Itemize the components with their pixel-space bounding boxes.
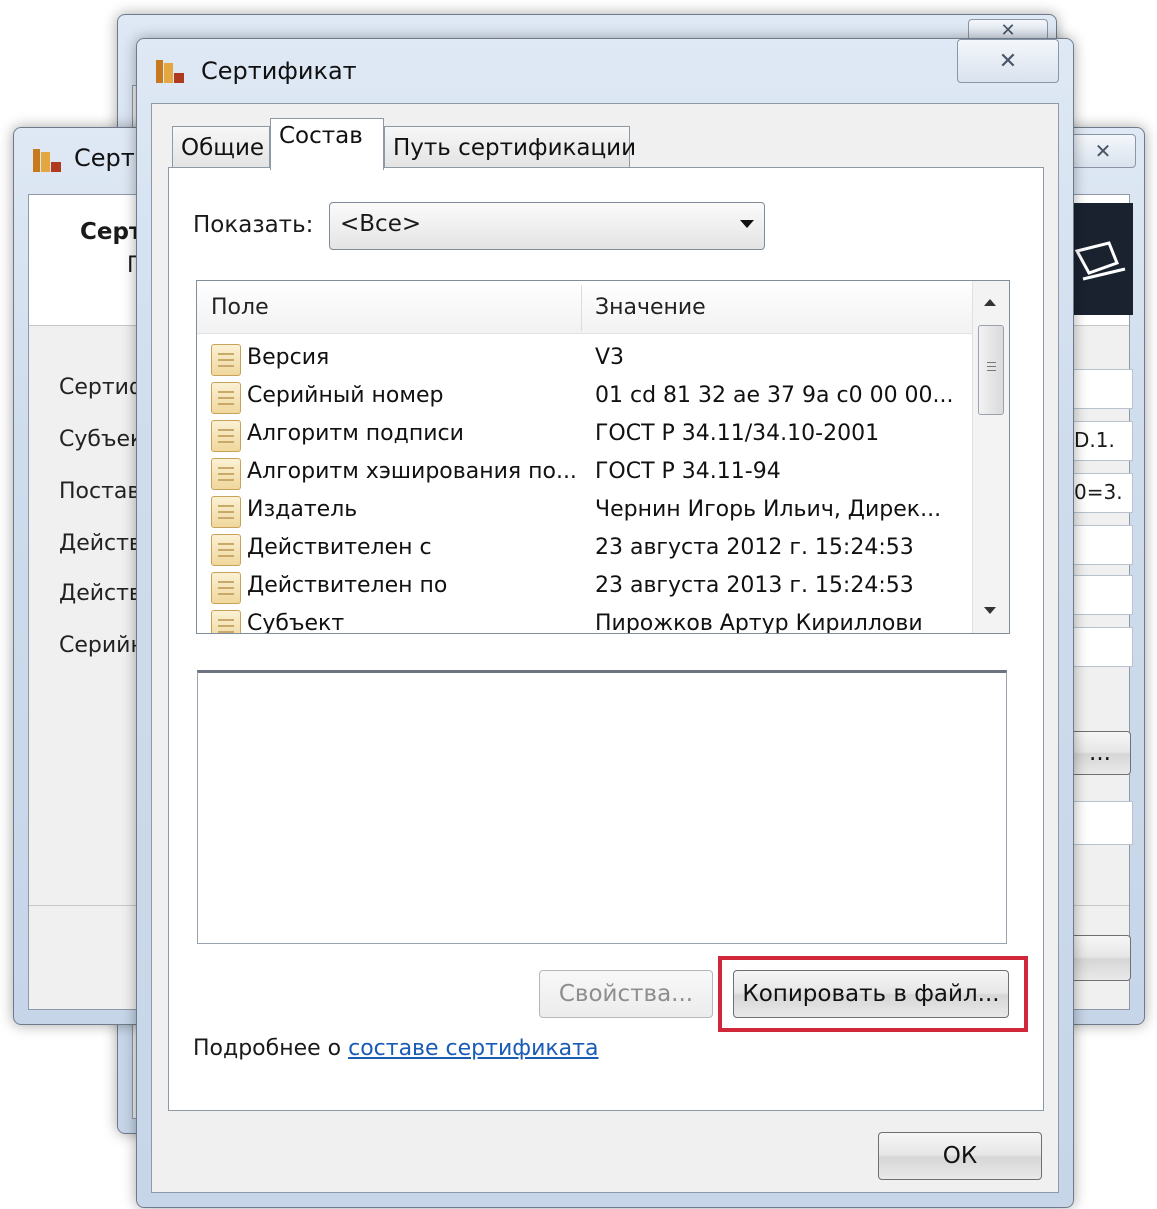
row-value: 23 августа 2013 г. 15:24:53	[595, 573, 914, 598]
row-value: ГОСТ Р 34.11/34.10-2001	[595, 421, 880, 446]
field-value-detail-box[interactable]	[197, 670, 1007, 944]
tab-general[interactable]: Общие	[172, 126, 270, 168]
back-field-label-2: Постав	[59, 479, 141, 504]
ok-button[interactable]: ОК	[878, 1132, 1042, 1180]
list-row[interactable]: Алгоритм хэширования по... ГОСТ Р 34.11-…	[197, 455, 973, 493]
row-field: Версия	[247, 345, 330, 370]
row-field: Действителен по	[247, 573, 448, 598]
back-field-label-4: Действ	[59, 581, 142, 606]
column-separator[interactable]	[581, 285, 582, 331]
certificate-app-icon	[32, 146, 62, 174]
close-icon: ✕	[1094, 139, 1112, 163]
row-value: 01 cd 81 32 ae 37 9a c0 00 00...	[595, 383, 954, 408]
chevron-down-icon	[740, 220, 754, 228]
scroll-thumb[interactable]	[978, 325, 1004, 415]
row-field: Действителен с	[247, 535, 432, 560]
back-field-label-5: Серийн	[59, 633, 145, 658]
scroll-down-icon[interactable]	[984, 607, 996, 614]
list-row[interactable]: Издатель Чернин Игорь Ильич, Дирек...	[197, 493, 973, 531]
list-header: Поле Значение	[197, 281, 973, 334]
back-field-label-3: Действ	[59, 531, 142, 556]
list-row[interactable]: Алгоритм подписи ГОСТ Р 34.11/34.10-2001	[197, 417, 973, 455]
details-tab-panel: Показать: <Все> Поле Значение Версия V3	[168, 167, 1044, 1111]
certificate-fields-list[interactable]: Поле Значение Версия V3 Серийный номер 0…	[196, 280, 1010, 634]
more-info-text: Подробнее о составе сертификата	[193, 1036, 598, 1061]
tab-details[interactable]: Состав	[270, 118, 384, 170]
back-dialog-title: Серт	[74, 144, 135, 172]
show-label: Показать:	[193, 212, 314, 238]
row-field: Издатель	[247, 497, 358, 522]
column-header-value[interactable]: Значение	[595, 295, 706, 320]
row-value: Чернин Игорь Ильич, Дирек...	[595, 497, 942, 522]
close-button[interactable]: ✕	[957, 39, 1059, 83]
back-field-value-0	[1069, 369, 1133, 409]
back-field-value-4	[1069, 575, 1133, 615]
list-row[interactable]: Действителен с 23 августа 2012 г. 15:24:…	[197, 531, 973, 569]
certificate-dialog: Сертификат ✕ Общие Состав Путь сертифика…	[136, 38, 1074, 1208]
row-value: ГОСТ Р 34.11-94	[595, 459, 781, 484]
properties-button[interactable]: Свойства...	[539, 970, 713, 1018]
certificate-field-icon	[211, 420, 241, 452]
back-close-button[interactable]: ✕	[1070, 134, 1136, 168]
row-value: V3	[595, 345, 625, 370]
certificate-details-link[interactable]: составе сертификата	[348, 1036, 598, 1061]
certificate-field-icon	[211, 534, 241, 566]
back-field-label-0: Сертиф	[59, 375, 148, 400]
back-browse-button[interactable]: ...	[1069, 731, 1131, 775]
row-field: Серийный номер	[247, 383, 444, 408]
copy-button-highlight	[718, 956, 1028, 1032]
column-header-field[interactable]: Поле	[211, 295, 269, 320]
tab-certification-path[interactable]: Путь сертификации	[384, 126, 636, 168]
certificate-app-icon	[155, 57, 185, 85]
certificate-field-icon	[211, 496, 241, 528]
certificate-field-icon	[211, 382, 241, 414]
back-field-value-3	[1069, 525, 1133, 565]
back-field-value-1: D.1.	[1069, 421, 1133, 461]
certificate-field-icon	[211, 344, 241, 376]
row-field: Субъект	[247, 611, 345, 634]
list-row[interactable]: Версия V3	[197, 341, 973, 379]
list-row[interactable]: Серийный номер 01 cd 81 32 ae 37 9a c0 0…	[197, 379, 973, 417]
row-value: 23 августа 2012 г. 15:24:53	[595, 535, 914, 560]
show-filter-select[interactable]: <Все>	[329, 202, 765, 250]
more-info-prefix: Подробнее о	[193, 1036, 349, 1061]
list-row[interactable]: Субъект Пирожков Артур Кириллови	[197, 607, 973, 634]
row-field: Алгоритм подписи	[247, 421, 464, 446]
list-row[interactable]: Действителен по 23 августа 2013 г. 15:24…	[197, 569, 973, 607]
vertical-scrollbar[interactable]	[972, 281, 1009, 633]
close-icon: ✕	[998, 48, 1018, 74]
dialog-title: Сертификат	[201, 57, 357, 85]
certificate-field-icon	[211, 458, 241, 490]
certificate-field-icon	[211, 610, 241, 633]
row-value: Пирожков Артур Кириллови	[595, 611, 923, 634]
certificate-field-icon	[211, 572, 241, 604]
back-ok-button[interactable]	[1069, 935, 1131, 981]
certificate-seal-icon	[1069, 203, 1133, 315]
back-dialog-heading: Серт	[80, 219, 143, 245]
back-field-value-2: 0=3.	[1069, 473, 1133, 513]
back-field-label-1: Субъек	[59, 427, 144, 452]
scroll-up-icon[interactable]	[984, 299, 996, 306]
back-field-value-5	[1069, 627, 1133, 667]
row-field: Алгоритм хэширования по...	[247, 459, 577, 484]
show-filter-value: <Все>	[340, 211, 422, 237]
dialog-client: Общие Состав Путь сертификации Показать:…	[151, 103, 1059, 1193]
back-extra-field	[1069, 801, 1133, 845]
